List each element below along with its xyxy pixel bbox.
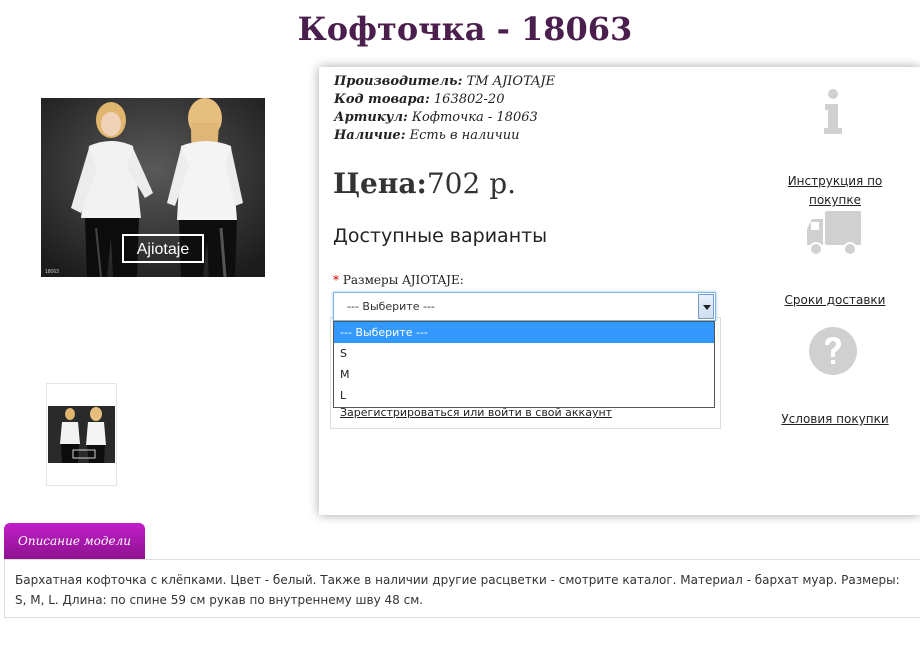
description-text: Бархатная кофточка с клёпками. Цвет - бе… xyxy=(4,559,920,618)
article-value: Кофточка - 18063 xyxy=(411,110,538,125)
size-select[interactable]: --- Выберите --- xyxy=(333,292,716,321)
price: Цена:702 р. xyxy=(333,167,516,200)
manufacturer-label: Производитель: xyxy=(334,74,463,89)
purchase-terms-link[interactable]: Условия покупки xyxy=(781,412,888,426)
dropdown-arrow-icon[interactable] xyxy=(698,294,714,319)
size-option-placeholder[interactable]: --- Выберите --- xyxy=(334,322,714,343)
availability-value: Есть в наличии xyxy=(409,128,520,143)
product-photo-illustration: Ajiotaje 18063 xyxy=(41,98,265,277)
photo-code: 18063 xyxy=(45,269,59,275)
delivery-terms-link[interactable]: Сроки доставки xyxy=(785,293,886,307)
product-main-image[interactable]: Ajiotaje 18063 xyxy=(41,98,265,277)
price-value: 702 р. xyxy=(426,167,517,200)
tab-description[interactable]: Описание модели xyxy=(4,523,145,559)
size-dropdown-list: --- Выберите --- S M L xyxy=(333,321,715,408)
size-option-l[interactable]: L xyxy=(334,385,714,406)
info-icon xyxy=(820,88,846,140)
size-label-text: Размеры AJIOTAJE: xyxy=(342,273,464,287)
variants-heading: Доступные варианты xyxy=(333,225,548,247)
size-select-value: --- Выберите --- xyxy=(347,300,435,313)
product-code-value: 163802-20 xyxy=(433,92,505,107)
size-option-s[interactable]: S xyxy=(334,343,714,364)
required-mark: * xyxy=(333,273,339,287)
photo-watermark: Ajiotaje xyxy=(137,241,190,258)
size-option-m[interactable]: M xyxy=(334,364,714,385)
availability-label: Наличие: xyxy=(334,128,406,143)
product-meta: Производитель: ТМ AJIOTAJE Код товара: 1… xyxy=(334,73,555,145)
truck-icon xyxy=(806,211,862,260)
product-code-label: Код товара: xyxy=(334,92,430,107)
article-label: Артикул: xyxy=(334,110,408,125)
product-thumbnail[interactable] xyxy=(46,383,117,486)
price-label: Цена: xyxy=(333,167,427,200)
thumbnail-image xyxy=(48,406,115,463)
size-label: * Размеры AJIOTAJE: xyxy=(333,273,464,287)
page-title: Кофточка - 18063 xyxy=(297,10,633,48)
question-icon xyxy=(808,326,858,380)
manufacturer-value: ТМ AJIOTAJE xyxy=(466,74,556,89)
purchase-instruction-link[interactable]: Инструкция по покупке xyxy=(788,174,883,207)
